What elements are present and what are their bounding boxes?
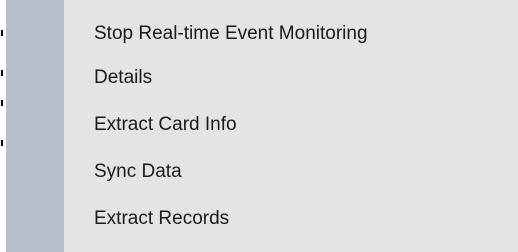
menu-item-extract-card-info[interactable]: Extract Card Info (64, 101, 518, 148)
menu-item-list: Stop Real-time Event Monitoring Details … (64, 14, 518, 242)
menu-item-sync-data[interactable]: Sync Data (64, 148, 518, 195)
context-menu: Stop Real-time Event Monitoring Details … (6, 0, 518, 252)
edge-mark (1, 100, 3, 106)
menu-item-details[interactable]: Details (64, 54, 518, 101)
menu-icon-gutter (7, 0, 64, 252)
edge-mark (1, 140, 3, 146)
edge-mark (1, 30, 3, 36)
menu-item-extract-records[interactable]: Extract Records (64, 195, 518, 242)
edge-mark (1, 70, 3, 76)
menu-item-stop-real-time-event-monitoring[interactable]: Stop Real-time Event Monitoring (64, 14, 518, 54)
